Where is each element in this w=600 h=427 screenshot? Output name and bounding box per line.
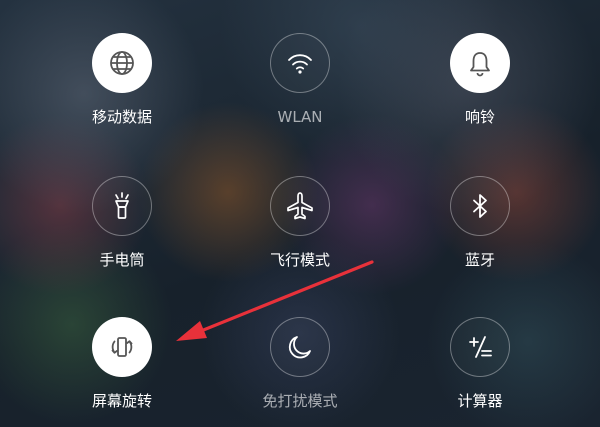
toggle-ringer-label: 响铃: [464, 108, 495, 126]
toggle-mobile-data[interactable]: 移动数据: [52, 33, 192, 143]
shortcut-calculator-label: 计算器: [457, 392, 503, 410]
toggle-ringer[interactable]: 响铃: [410, 33, 550, 143]
screen-rotation-icon: [111, 337, 133, 357]
toggle-do-not-disturb-label: 免打扰模式: [262, 392, 338, 410]
moon-icon: [288, 336, 311, 359]
toggle-airplane-mode-circle[interactable]: [270, 176, 330, 236]
toggle-mobile-data-circle[interactable]: [92, 33, 152, 93]
toggle-wlan-label: WLAN: [277, 108, 323, 126]
shortcut-calculator-circle[interactable]: [450, 317, 510, 377]
toggle-mobile-data-label: 移动数据: [91, 108, 152, 126]
toggle-airplane-mode-label: 飞行模式: [269, 251, 330, 269]
toggle-airplane-mode[interactable]: 飞行模式: [230, 176, 370, 286]
toggle-ringer-circle[interactable]: [450, 33, 510, 93]
airplane-icon: [287, 192, 313, 220]
toggle-flashlight[interactable]: 手电筒: [52, 176, 192, 286]
bluetooth-icon: [473, 194, 487, 218]
toggle-do-not-disturb-circle[interactable]: [270, 317, 330, 377]
toggle-bluetooth[interactable]: 蓝牙: [410, 176, 550, 286]
toggle-screen-rotation-label: 屏幕旋转: [91, 392, 152, 410]
toggle-do-not-disturb[interactable]: 免打扰模式: [230, 317, 370, 427]
flashlight-icon: [115, 192, 129, 219]
toggle-flashlight-label: 手电筒: [99, 251, 145, 269]
toggle-wlan[interactable]: WLAN: [230, 33, 370, 143]
bell-icon: [470, 52, 490, 77]
globe-icon: [110, 51, 134, 75]
toggle-wlan-circle[interactable]: [270, 33, 330, 93]
toggle-bluetooth-label: 蓝牙: [464, 251, 495, 269]
toggle-flashlight-circle[interactable]: [92, 176, 152, 236]
wifi-icon: [288, 54, 312, 74]
toggle-screen-rotation-circle[interactable]: [92, 317, 152, 377]
toggle-bluetooth-circle[interactable]: [450, 176, 510, 236]
toggle-screen-rotation[interactable]: 屏幕旋转: [52, 317, 192, 427]
calculator-icon: [469, 336, 492, 358]
shortcut-calculator[interactable]: 计算器: [410, 317, 550, 427]
